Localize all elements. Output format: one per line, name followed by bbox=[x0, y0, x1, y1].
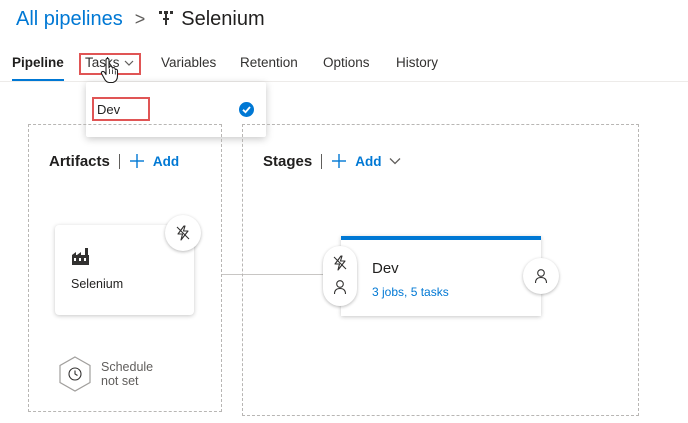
continuous-deployment-trigger-button[interactable] bbox=[165, 215, 201, 251]
tab-retention[interactable]: Retention bbox=[240, 44, 298, 81]
page-title: Selenium bbox=[181, 7, 265, 30]
tab-variables[interactable]: Variables bbox=[161, 44, 216, 81]
release-pipeline-icon bbox=[159, 10, 174, 28]
schedule-label: Schedule not set bbox=[101, 360, 181, 388]
schedule-trigger[interactable]: Schedule not set bbox=[58, 354, 178, 394]
stages-header: Stages Add bbox=[263, 152, 401, 170]
schedule-line-2: not set bbox=[101, 374, 139, 388]
clock-icon bbox=[58, 356, 92, 392]
all-pipelines-link[interactable]: All pipelines bbox=[16, 8, 123, 31]
stage-card-dev[interactable]: Dev 3 jobs, 5 tasks bbox=[341, 236, 541, 316]
checkmark-circle-icon bbox=[239, 102, 254, 117]
person-icon bbox=[533, 268, 549, 284]
tab-options[interactable]: Options bbox=[323, 44, 370, 81]
add-stage-button[interactable]: Add bbox=[331, 153, 401, 169]
stages-title: Stages bbox=[263, 152, 313, 170]
breadcrumb-separator: > bbox=[134, 8, 146, 29]
lightning-icon bbox=[175, 225, 191, 241]
chevron-down-icon[interactable] bbox=[389, 157, 401, 165]
person-icon[interactable] bbox=[332, 279, 348, 295]
artifacts-header: Artifacts Add bbox=[49, 152, 179, 170]
header-divider bbox=[118, 153, 120, 169]
breadcrumb: All pipelines > Selenium bbox=[16, 4, 265, 34]
hand-cursor-icon bbox=[100, 58, 120, 84]
stage-jobs-tasks-link[interactable]: 3 jobs, 5 tasks bbox=[372, 285, 449, 299]
artifact-name: Selenium bbox=[71, 277, 124, 291]
dropdown-item-dev[interactable]: Dev bbox=[86, 96, 266, 124]
lightning-icon[interactable] bbox=[332, 255, 348, 271]
plus-icon bbox=[129, 153, 145, 169]
add-stage-label: Add bbox=[355, 153, 382, 169]
tab-history[interactable]: History bbox=[396, 44, 438, 81]
build-factory-icon bbox=[71, 248, 90, 265]
add-artifact-label: Add bbox=[152, 153, 180, 169]
pre-deployment-conditions bbox=[323, 246, 357, 306]
artifacts-title: Artifacts bbox=[49, 152, 110, 170]
dev-item-highlight bbox=[92, 97, 150, 121]
schedule-line-1: Schedule bbox=[101, 360, 154, 374]
add-artifact-button[interactable]: Add bbox=[129, 153, 179, 169]
plus-icon bbox=[331, 153, 347, 169]
post-deployment-conditions-button[interactable] bbox=[523, 258, 559, 294]
tab-pipeline[interactable]: Pipeline bbox=[12, 44, 64, 81]
stage-name: Dev bbox=[372, 260, 399, 277]
header-divider bbox=[321, 153, 323, 169]
